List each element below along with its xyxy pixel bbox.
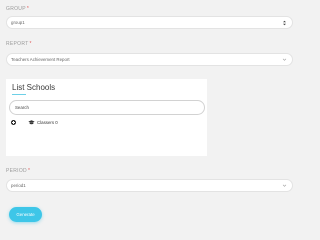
period-select[interactable]: period1: [6, 179, 293, 192]
tree-node-label: Classers 0: [37, 120, 58, 125]
group-label-text: GROUP: [6, 6, 26, 12]
group-required-mark: *: [26, 6, 30, 12]
chevron-down-icon: [282, 58, 287, 61]
period-required-mark: *: [27, 168, 31, 174]
group-label: GROUP*: [6, 6, 29, 12]
period-select-value: period1: [11, 183, 26, 188]
school-search-input[interactable]: [9, 100, 205, 115]
title-underline: [12, 94, 26, 95]
report-label-text: REPORT: [6, 41, 29, 47]
report-label: REPORT*: [6, 41, 32, 47]
tree-node-classers[interactable]: Classers 0: [11, 119, 131, 127]
period-label: PERIOD*: [6, 168, 30, 174]
list-schools-title: List Schools: [12, 83, 56, 92]
list-schools-panel: List Schools Classers 0: [6, 79, 207, 156]
report-select-value: Teachers Achievement Report: [11, 57, 70, 62]
plus-circle-icon[interactable]: [11, 120, 16, 125]
report-select[interactable]: Teachers Achievement Report: [6, 53, 293, 66]
group-select[interactable]: group1: [6, 16, 293, 29]
select-arrows-icon: [283, 20, 286, 26]
period-label-text: PERIOD: [6, 168, 27, 174]
generate-button[interactable]: Generate: [9, 207, 42, 222]
chevron-down-icon: [282, 184, 287, 187]
report-required-mark: *: [29, 41, 32, 47]
graduation-cap-icon: [28, 120, 35, 125]
group-select-value: group1: [11, 20, 25, 25]
